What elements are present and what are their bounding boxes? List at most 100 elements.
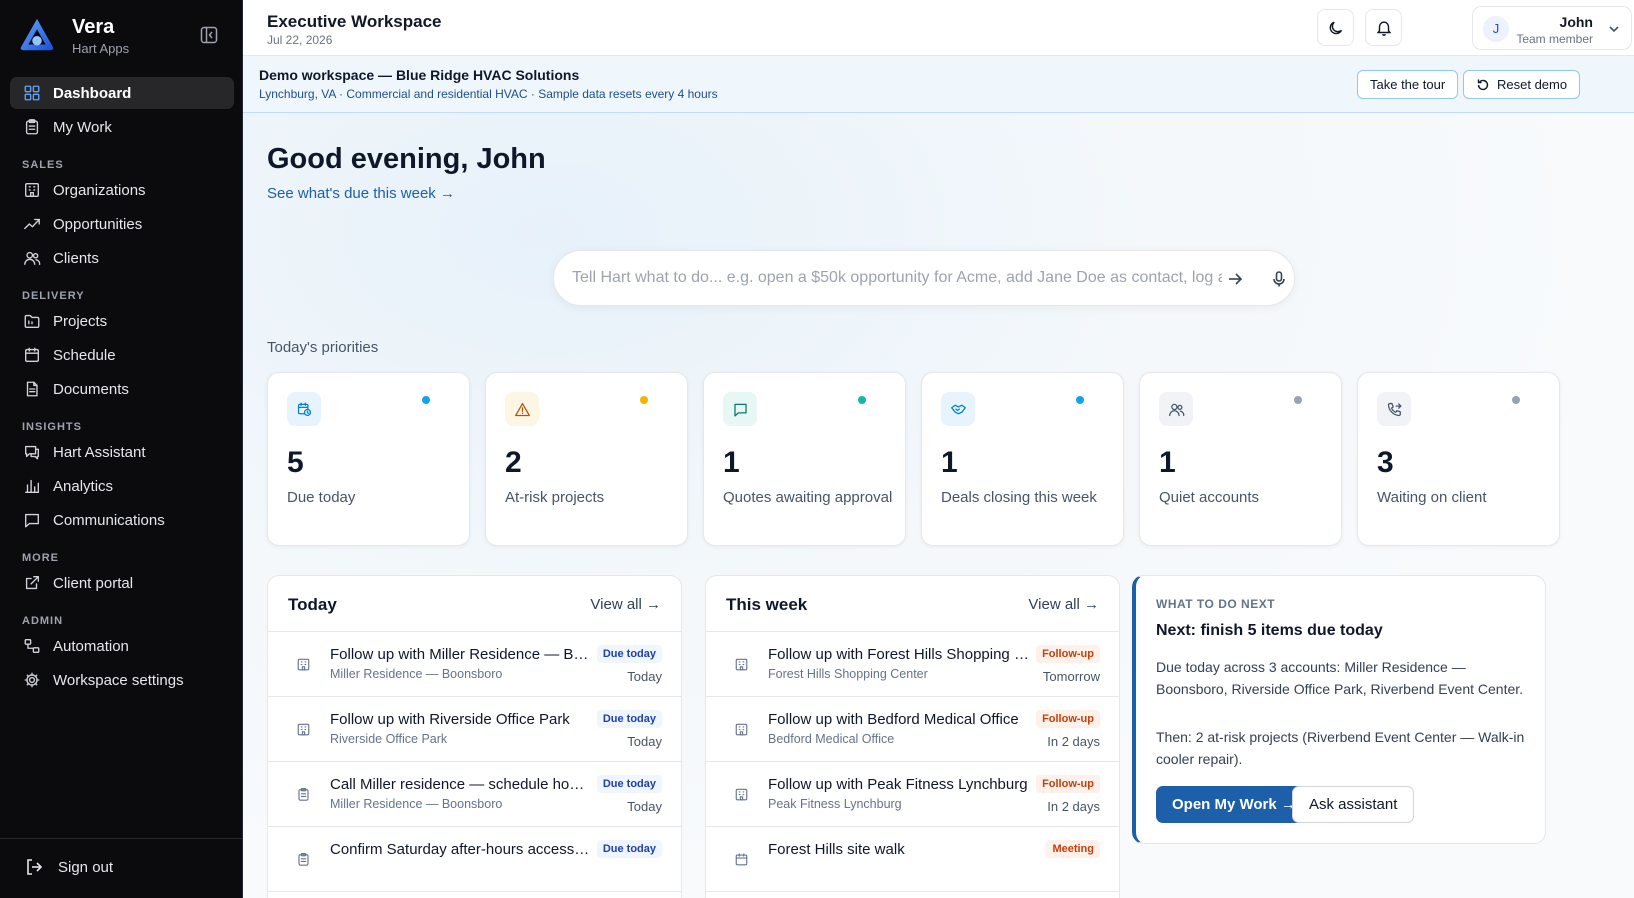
next-then: Then: 2 at-risk projects (Riverbend Even… — [1156, 729, 1525, 767]
task-title: Follow up with Miller Residence — Boonsb… — [330, 646, 592, 663]
sidebar-item-automation[interactable]: Automation — [10, 630, 234, 662]
task-row[interactable]: Confirm Saturday after-hours access with… — [268, 827, 681, 892]
sidebar-item-my-work[interactable]: My Work — [10, 111, 234, 143]
next-title: Next: finish 5 items due today — [1156, 622, 1383, 639]
sidebar-item-communications[interactable]: Communications — [10, 504, 234, 536]
dashboard-icon — [24, 85, 40, 101]
sidebar-item-organizations[interactable]: Organizations — [10, 174, 234, 206]
due-this-week-link[interactable]: See what's due this week → — [267, 185, 455, 202]
priority-card[interactable]: 5 Due today — [267, 372, 470, 546]
sidebar-item-label: Schedule — [53, 346, 116, 364]
command-input[interactable] — [572, 265, 1222, 291]
building-icon — [297, 658, 310, 671]
task-when: Tomorrow — [1042, 669, 1100, 684]
clipboard-icon — [298, 787, 309, 801]
task-when: In 2 days — [1047, 734, 1100, 749]
banner-title: Demo workspace — Blue Ridge HVAC Solutio… — [259, 67, 580, 83]
status-dot — [1512, 396, 1520, 404]
task-row[interactable]: Follow up with Peak Fitness Lynchburg Pea… — [706, 762, 1119, 827]
sign-out-button[interactable]: Sign out — [24, 857, 113, 877]
phone-forward-icon — [1387, 402, 1402, 416]
sidebar-item-dashboard[interactable]: Dashboard — [10, 77, 234, 109]
take-tour-button[interactable]: Take the tour — [1357, 70, 1459, 99]
sidebar-item-documents[interactable]: Documents — [10, 373, 234, 405]
reset-demo-button[interactable]: Reset demo — [1463, 70, 1581, 99]
banner-subtitle: Lynchburg, VA · Commercial and residenti… — [259, 87, 718, 101]
reset-demo-label: Reset demo — [1497, 77, 1568, 92]
task-row[interactable]: Follow up with Miller Residence — Boonsb… — [268, 632, 681, 697]
task-title: Call Miller residence — schedule home vi… — [330, 776, 592, 793]
brand-name: Vera — [72, 16, 115, 38]
send-arrow-icon[interactable] — [1226, 270, 1244, 288]
task-row[interactable]: Follow up with Riverside Office Park Rive… — [268, 697, 681, 762]
card-label: At-risk projects — [505, 489, 605, 506]
notifications-button[interactable] — [1365, 9, 1402, 46]
sidebar-item-clients[interactable]: Clients — [10, 242, 234, 274]
sidebar-item-hart-assistant[interactable]: Hart Assistant — [10, 436, 234, 468]
status-badge: Follow-up — [1036, 775, 1100, 793]
task-account: Forest Hills Shopping Center — [768, 667, 928, 681]
priority-card[interactable]: 1 Deals closing this week — [921, 372, 1124, 546]
priority-cards: 5 Due today 2 At-risk projects 1 Quotes await… — [267, 372, 1610, 547]
task-when: In 2 days — [1047, 799, 1100, 814]
building-icon — [735, 788, 748, 801]
sidebar-item-opportunities[interactable]: Opportunities — [10, 208, 234, 240]
sidebar-item-label: Organizations — [53, 181, 146, 199]
sidebar-item-label: Clients — [53, 249, 99, 267]
sidebar-item-client-portal[interactable]: Client portal — [10, 567, 234, 599]
calendar-icon — [735, 853, 748, 866]
today-view-all-link[interactable]: View all → — [590, 596, 661, 613]
folder-icon — [24, 314, 40, 328]
card-icon-badge — [505, 392, 539, 426]
calendar-clock-icon — [297, 401, 311, 416]
sidebar-item-label: Workspace settings — [53, 671, 184, 689]
priority-card[interactable]: 2 At-risk projects — [485, 372, 688, 546]
task-title: Confirm Saturday after-hours access with… — [330, 841, 592, 858]
page-date: Jul 22, 2026 — [267, 33, 333, 47]
task-title: Forest Hills site walk — [768, 841, 905, 858]
collapse-sidebar-icon[interactable] — [199, 25, 219, 45]
bar-chart-icon — [25, 479, 39, 493]
sidebar-item-label: Automation — [53, 637, 129, 655]
brand: Vera Hart Apps — [16, 14, 226, 58]
sidebar-item-analytics[interactable]: Analytics — [10, 470, 234, 502]
task-row[interactable]: Follow up with Forest Hills Shopping Cen… — [706, 632, 1119, 697]
status-dot — [1076, 396, 1084, 404]
microphone-icon[interactable] — [1270, 270, 1288, 288]
user-menu[interactable]: J John Team member — [1472, 6, 1632, 50]
open-my-work-button[interactable]: Open My Work → — [1156, 786, 1312, 823]
external-link-icon — [25, 576, 39, 590]
task-row[interactable]: Forest Hills site walk Meeting — [706, 827, 1119, 892]
status-dot — [640, 396, 648, 404]
clipboard-icon — [298, 852, 309, 866]
today-title: Today — [288, 595, 337, 614]
card-count: 2 — [505, 446, 522, 479]
task-row[interactable]: Call Miller residence — schedule home vi… — [268, 762, 681, 827]
users-icon — [1168, 403, 1184, 416]
building-icon — [735, 723, 748, 736]
task-account: Peak Fitness Lynchburg — [768, 797, 902, 811]
brand-subtitle: Hart Apps — [72, 41, 130, 56]
task-row[interactable]: Follow up with Bedford Medical Office Bed… — [706, 697, 1119, 762]
today-panel-header: Today View all → — [268, 576, 681, 632]
priority-card[interactable]: 3 Waiting on client — [1357, 372, 1560, 546]
bell-icon — [1376, 20, 1391, 36]
sidebar-item-projects[interactable]: Projects — [10, 305, 234, 337]
moon-icon — [1329, 20, 1342, 34]
this-week-view-all-link[interactable]: View all → — [1028, 596, 1099, 613]
priority-card[interactable]: 1 Quiet accounts — [1139, 372, 1342, 546]
theme-toggle-button[interactable] — [1317, 9, 1354, 46]
reset-icon — [1477, 79, 1489, 90]
ask-assistant-button[interactable]: Ask assistant — [1292, 786, 1415, 823]
sidebar-nav: Dashboard My Work SALES Organizations Opport… — [10, 77, 234, 698]
priority-card[interactable]: 1 Quotes awaiting approval — [703, 372, 906, 546]
dashboard-main: Good evening, John See what's due this w… — [243, 113, 1634, 898]
gear-icon — [24, 672, 40, 688]
sidebar-item-schedule[interactable]: Schedule — [10, 339, 234, 371]
sign-out-icon — [27, 859, 43, 875]
sidebar-item-workspace-settings[interactable]: Workspace settings — [10, 664, 234, 696]
avatar: J — [1483, 16, 1509, 42]
sidebar-section-heading: ADMIN — [22, 615, 64, 627]
status-dot — [858, 396, 866, 404]
user-name: John — [1559, 14, 1593, 30]
